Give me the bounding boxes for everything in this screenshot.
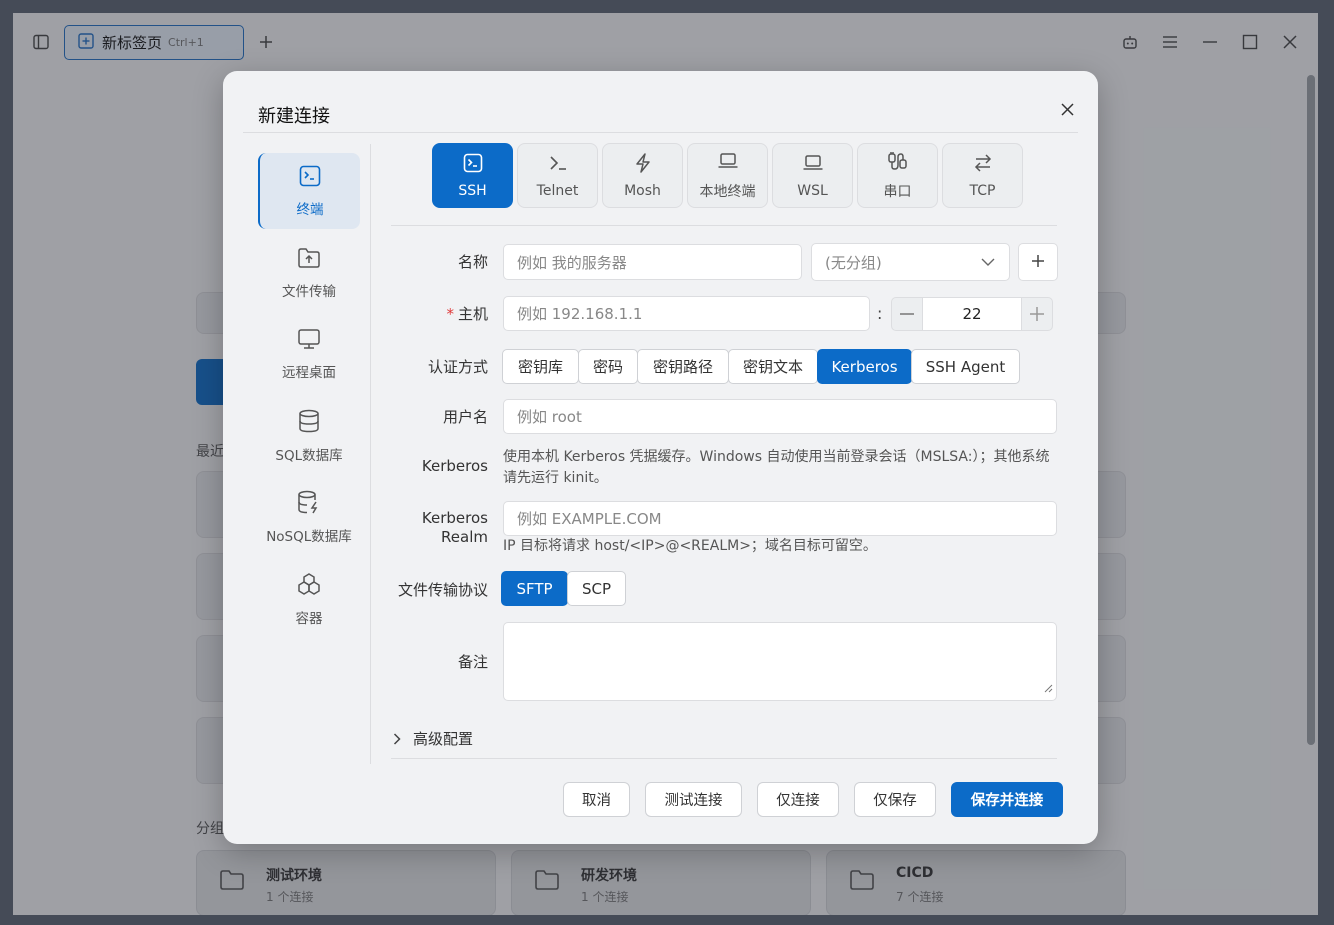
group-select[interactable]: (无分组)	[811, 243, 1010, 281]
protocol-ssh[interactable]: SSH	[432, 143, 513, 208]
kerberos-label: Kerberos	[421, 457, 488, 475]
protocol-label: 本地终端	[699, 183, 756, 200]
sidebar-item-container[interactable]: 容器	[258, 561, 360, 637]
save-and-connect-button[interactable]: 保存并连接	[951, 782, 1063, 817]
protocol-label: WSL	[797, 182, 828, 199]
increment-button[interactable]	[1022, 298, 1052, 330]
file-protocol-sftp[interactable]: SFTP	[501, 571, 568, 606]
protocol-label: Mosh	[624, 182, 661, 199]
file-protocol-scp[interactable]: SCP	[567, 571, 626, 606]
notes-textarea[interactable]	[503, 622, 1057, 701]
auth-option-keystore[interactable]: 密钥库	[502, 349, 579, 384]
test-connection-button[interactable]: 测试连接	[645, 782, 742, 817]
advanced-label: 高级配置	[413, 730, 474, 748]
auth-option-password[interactable]: 密码	[578, 349, 638, 384]
name-label: 名称	[457, 253, 488, 271]
close-icon[interactable]	[1055, 97, 1079, 121]
auth-option-key-path[interactable]: 密钥路径	[637, 349, 729, 384]
laptop-icon	[802, 153, 824, 177]
host-input[interactable]: 例如 192.168.1.1	[503, 296, 870, 331]
realm-hint: IP 目标将请求 host/<IP>@<REALM>；域名目标可留空。	[503, 538, 877, 554]
folder-upload-icon	[297, 247, 321, 273]
name-input[interactable]: 例如 我的服务器	[503, 244, 802, 280]
sidebar-item-nosql-database[interactable]: NoSQL数据库	[258, 479, 360, 555]
realm-input[interactable]: 例如 EXAMPLE.COM	[503, 501, 1057, 536]
required-marker: *	[446, 305, 454, 323]
chevron-right-icon	[393, 732, 401, 745]
database-icon	[298, 409, 320, 437]
sidebar-item-label: 终端	[296, 201, 324, 218]
group-select-value: (无分组)	[825, 253, 882, 272]
new-connection-dialog: 新建连接 终端 文件传输 远程桌面 SQL数据库 NoSQL数据库 容器 SSH…	[223, 71, 1098, 844]
arrows-swap-icon	[973, 153, 993, 177]
realm-label-line: Realm	[441, 528, 488, 546]
decrement-button[interactable]	[892, 298, 922, 330]
cancel-button[interactable]: 取消	[563, 782, 630, 817]
dialog-title: 新建连接	[258, 106, 330, 127]
protocol-wsl[interactable]: WSL	[772, 143, 853, 208]
sidebar-item-label: NoSQL数据库	[266, 528, 352, 545]
divider	[370, 144, 371, 764]
sidebar-item-label: 远程桌面	[282, 364, 336, 381]
plus-icon	[1031, 253, 1045, 272]
host-label: * 主机	[378, 303, 488, 324]
prompt-icon	[548, 153, 568, 177]
divider	[391, 225, 1057, 226]
container-icon	[297, 572, 321, 600]
protocol-label: 串口	[883, 183, 912, 200]
protocol-local-terminal[interactable]: 本地终端	[687, 143, 768, 208]
sidebar-item-terminal[interactable]: 终端	[258, 153, 360, 229]
username-input[interactable]: 例如 root	[503, 399, 1057, 434]
connect-only-button[interactable]: 仅连接	[757, 782, 839, 817]
host-label-text: 主机	[457, 305, 488, 323]
divider	[243, 132, 1078, 133]
protocol-serial[interactable]: 串口	[857, 143, 938, 208]
add-group-button[interactable]	[1018, 243, 1058, 281]
protocol-label: Telnet	[536, 182, 579, 199]
sidebar-item-label: SQL数据库	[275, 447, 343, 464]
realm-label-line: Kerberos	[421, 509, 488, 527]
sidebar-item-remote-desktop[interactable]: 远程桌面	[258, 316, 360, 392]
auth-option-kerberos[interactable]: Kerberos	[817, 349, 912, 384]
divider	[391, 758, 1057, 759]
auth-option-key-text[interactable]: 密钥文本	[728, 349, 818, 384]
protocol-tcp[interactable]: TCP	[942, 143, 1023, 208]
laptop-icon	[717, 151, 739, 175]
file-protocol-label: 文件传输协议	[397, 581, 488, 599]
protocol-label: TCP	[969, 182, 996, 199]
port-separator: :	[877, 304, 883, 323]
sidebar-item-sql-database[interactable]: SQL数据库	[258, 398, 360, 474]
resize-handle-icon[interactable]	[1044, 678, 1053, 697]
username-label: 用户名	[442, 408, 488, 426]
protocol-mosh[interactable]: Mosh	[602, 143, 683, 208]
lightning-icon	[633, 152, 653, 177]
protocol-label: SSH	[458, 182, 487, 199]
notes-label: 备注	[457, 653, 488, 671]
realm-label: Kerberos Realm	[378, 509, 488, 547]
serial-plug-icon	[887, 151, 909, 175]
advanced-toggle[interactable]: 高级配置	[393, 728, 473, 749]
sidebar-item-label: 容器	[295, 610, 323, 627]
terminal-icon	[299, 165, 321, 191]
auth-option-ssh-agent[interactable]: SSH Agent	[911, 349, 1020, 384]
port-stepper: 22	[891, 297, 1053, 331]
nosql-database-icon	[297, 490, 321, 518]
auth-label: 认证方式	[427, 358, 488, 376]
sidebar-item-label: 文件传输	[282, 283, 336, 300]
monitor-icon	[297, 328, 321, 354]
sidebar-item-file-transfer[interactable]: 文件传输	[258, 235, 360, 311]
port-input[interactable]: 22	[922, 298, 1022, 330]
kerberos-hint: 使用本机 Kerberos 凭据缓存。Windows 自动使用当前登录会话（MS…	[503, 449, 1050, 486]
protocol-telnet[interactable]: Telnet	[517, 143, 598, 208]
chevron-down-icon	[981, 253, 995, 271]
ssh-icon	[463, 153, 483, 177]
save-only-button[interactable]: 仅保存	[854, 782, 936, 817]
